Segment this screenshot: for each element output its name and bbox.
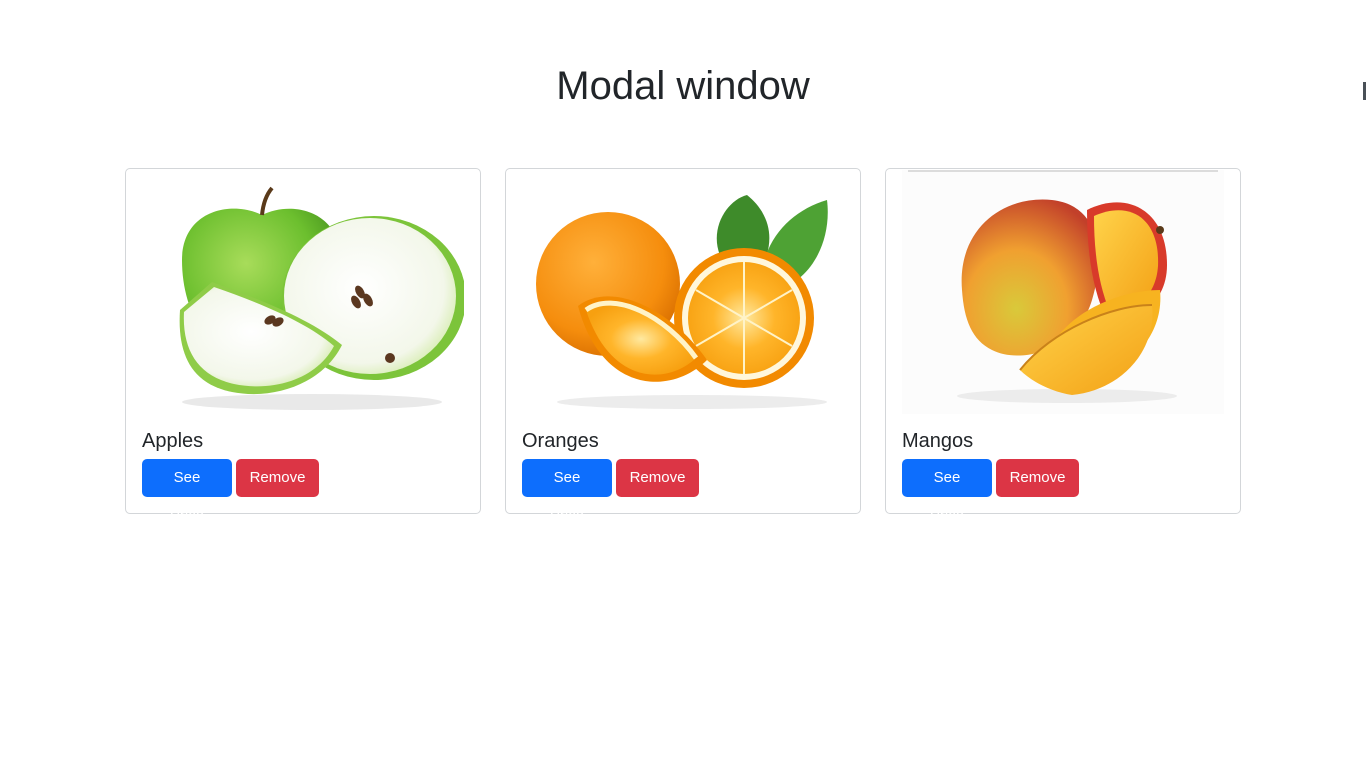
remove-button[interactable]: Remove bbox=[996, 459, 1079, 497]
card-title: Apples bbox=[142, 430, 204, 452]
see-price-button[interactable]: See Price bbox=[522, 459, 612, 524]
card-title: Mangos bbox=[902, 430, 974, 452]
page-title: Modal window bbox=[556, 64, 810, 108]
product-card-apples: Apples See Price Remove bbox=[125, 168, 481, 524]
remove-button[interactable]: Remove bbox=[616, 459, 699, 497]
product-card-mangos: Mangos See Price Remove bbox=[885, 168, 1241, 524]
page: Modal window Apples See Price Remove Ora… bbox=[0, 0, 1366, 768]
apple-image bbox=[142, 170, 464, 414]
see-price-button[interactable]: See Price bbox=[142, 459, 232, 524]
orange-image bbox=[522, 170, 844, 414]
remove-button[interactable]: Remove bbox=[236, 459, 319, 497]
card-title: Oranges bbox=[522, 430, 599, 452]
card-grid: Apples See Price Remove Oranges See Pric… bbox=[125, 168, 1241, 524]
product-card-oranges: Oranges See Price Remove bbox=[505, 168, 861, 524]
see-price-button[interactable]: See Price bbox=[902, 459, 992, 524]
mango-image bbox=[902, 170, 1224, 414]
